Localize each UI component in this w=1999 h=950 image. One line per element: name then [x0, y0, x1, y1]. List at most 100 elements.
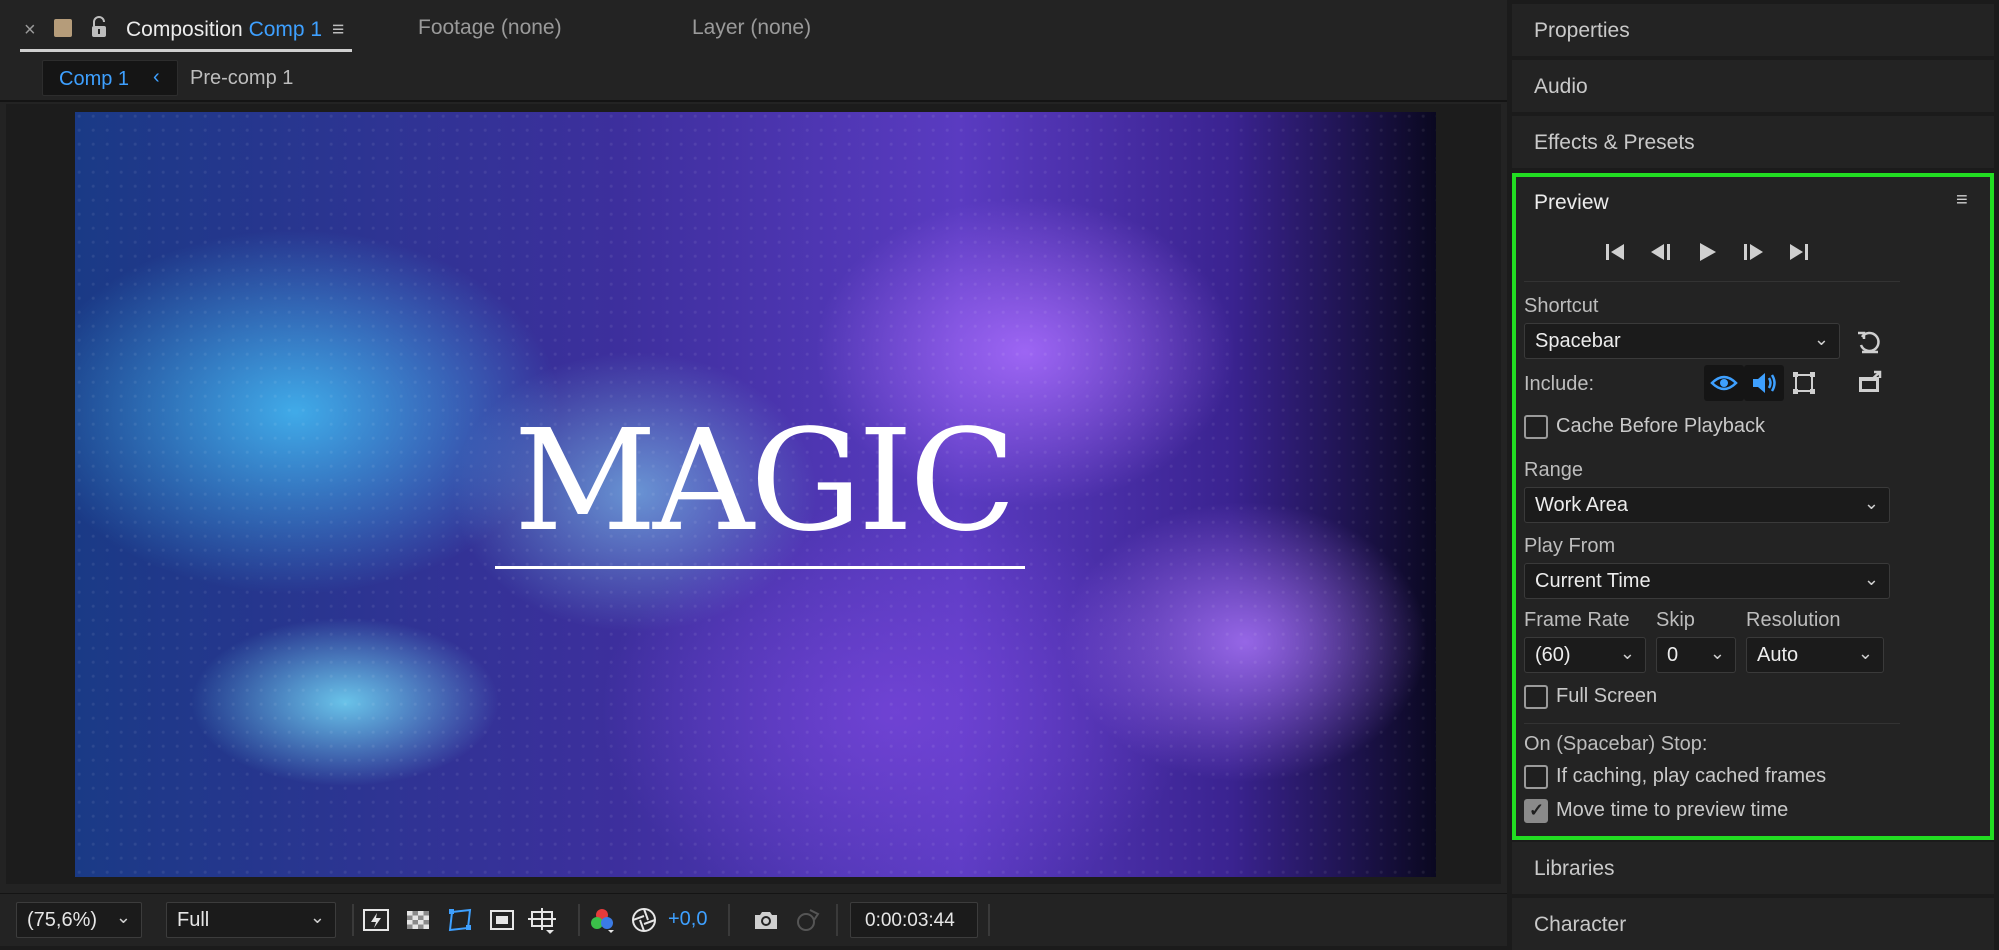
play-from-label: Play From	[1524, 535, 1616, 557]
chevron-down-icon: ⌄	[309, 907, 325, 927]
composition-color-swatch	[54, 19, 72, 37]
current-time-display[interactable]: 0:00:03:44	[850, 902, 978, 938]
tab-layer[interactable]: Layer (none)	[692, 16, 811, 40]
last-frame-icon[interactable]	[1786, 239, 1812, 265]
panel-tab-bar: × Composition Comp 1 ≡ Footage (none) La…	[0, 0, 1507, 58]
panel-menu-icon[interactable]: ≡	[332, 18, 344, 42]
audio-speaker-icon	[1753, 373, 1776, 393]
reset-icon[interactable]	[1856, 329, 1882, 355]
chevron-left-icon[interactable]: ‹	[153, 66, 160, 89]
composition-navigator: Comp 1 ‹ Pre-comp 1	[0, 58, 1507, 102]
fast-previews-icon[interactable]	[362, 906, 390, 934]
panel-properties[interactable]: Properties	[1512, 4, 1994, 56]
toolbar-divider	[578, 904, 580, 936]
panel-effects-presets[interactable]: Effects & Presets	[1512, 116, 1994, 168]
play-icon[interactable]	[1694, 239, 1720, 265]
close-icon[interactable]: ×	[24, 19, 36, 42]
show-snapshot-icon[interactable]	[794, 906, 822, 934]
shortcut-label: Shortcut	[1524, 295, 1599, 317]
include-label: Include:	[1524, 373, 1595, 395]
include-overlays-toggle[interactable]	[1784, 365, 1824, 401]
cache-before-playback-label: Cache Before Playback	[1556, 415, 1766, 437]
right-panel-stack: Properties Audio Effects & Presets Previ…	[1507, 0, 1999, 950]
tab-footage[interactable]: Footage (none)	[418, 16, 562, 40]
frame-rate-value: (60)	[1535, 644, 1571, 666]
resolution-dropdown[interactable]: Auto ⌄	[1746, 637, 1884, 673]
chevron-down-icon: ⌄	[1857, 643, 1873, 663]
composition-viewer[interactable]: MAGIC	[6, 104, 1501, 884]
shortcut-value: Spacebar	[1535, 330, 1621, 352]
checkmark-icon: ✓	[1529, 800, 1545, 820]
panel-properties-title: Properties	[1534, 19, 1630, 42]
breadcrumb-comp1[interactable]: Comp 1 ‹	[42, 60, 178, 96]
preview-panel-title: Preview	[1534, 191, 1609, 214]
panel-character-title: Character	[1534, 913, 1627, 936]
full-screen-checkbox[interactable]	[1524, 685, 1548, 709]
breadcrumb-comp1-label: Comp 1	[59, 68, 130, 90]
timecode-value: 0:00:03:44	[865, 910, 955, 931]
tab-composition-label: Composition	[126, 18, 243, 41]
region-of-interest-icon[interactable]	[488, 906, 516, 934]
on-stop-label: On (Spacebar) Stop:	[1524, 733, 1708, 755]
channel-icon[interactable]	[588, 906, 616, 934]
shortcut-dropdown[interactable]: Spacebar ⌄	[1524, 323, 1840, 359]
chevron-down-icon: ⌄	[1813, 329, 1829, 349]
first-frame-icon[interactable]	[1602, 239, 1628, 265]
transparency-grid-icon[interactable]	[404, 906, 432, 934]
tab-composition-name[interactable]: Comp 1	[249, 18, 323, 41]
viewer-toolbar: (75,6%) ⌄ Full ⌄ +0,0 0:00:03:44	[0, 893, 1507, 946]
exposure-value[interactable]: +0,0	[668, 908, 707, 931]
include-audio-toggle[interactable]	[1744, 365, 1784, 401]
snapshot-icon[interactable]	[752, 906, 780, 934]
toolbar-divider	[988, 904, 990, 936]
skip-dropdown[interactable]: 0 ⌄	[1656, 637, 1736, 673]
chevron-down-icon: ⌄	[115, 907, 131, 927]
panel-libraries-title: Libraries	[1534, 857, 1615, 880]
chevron-down-icon: ⌄	[1619, 643, 1635, 663]
range-label: Range	[1524, 459, 1583, 481]
cache-before-playback-checkbox[interactable]	[1524, 415, 1548, 439]
full-screen-label: Full Screen	[1556, 685, 1658, 707]
include-video-toggle[interactable]	[1704, 365, 1744, 401]
play-from-dropdown[interactable]: Current Time ⌄	[1524, 563, 1890, 599]
panel-audio[interactable]: Audio	[1512, 60, 1994, 112]
reset-exposure-icon[interactable]	[630, 906, 658, 934]
canvas-title-text: MAGIC	[513, 400, 1017, 563]
previous-frame-icon[interactable]	[1648, 239, 1674, 265]
chevron-down-icon: ⌄	[1709, 643, 1725, 663]
range-dropdown[interactable]: Work Area ⌄	[1524, 487, 1890, 523]
lock-icon[interactable]	[90, 16, 108, 38]
panel-character[interactable]: Character	[1512, 898, 1994, 950]
mask-path-visibility-icon[interactable]	[446, 906, 474, 934]
resolution-label: Resolution	[1746, 609, 1841, 631]
toolbar-divider	[728, 904, 730, 936]
range-value: Work Area	[1535, 494, 1628, 516]
resolution-dropdown[interactable]: Full ⌄	[166, 902, 336, 938]
move-time-label: Move time to preview time	[1556, 799, 1789, 821]
toolbar-divider	[836, 904, 838, 936]
breadcrumb-precomp1[interactable]: Pre-comp 1	[190, 67, 293, 90]
canvas-title-underline	[495, 566, 1025, 569]
tab-composition[interactable]: × Composition Comp 1 ≡	[20, 16, 352, 52]
divider	[1524, 281, 1900, 282]
panel-libraries[interactable]: Libraries	[1512, 842, 1994, 894]
skip-value: 0	[1667, 644, 1679, 666]
skip-label: Skip	[1656, 609, 1695, 631]
divider	[1524, 723, 1900, 724]
overlays-icon	[1793, 372, 1815, 394]
resolution-value: Full	[177, 909, 210, 931]
panel-menu-icon[interactable]: ≡	[1956, 189, 1968, 212]
if-caching-checkbox[interactable]	[1524, 765, 1548, 789]
chevron-down-icon: ⌄	[1863, 493, 1879, 513]
toolbar-divider	[352, 904, 354, 936]
frame-rate-dropdown[interactable]: (60) ⌄	[1524, 637, 1646, 673]
move-time-checkbox[interactable]: ✓	[1524, 799, 1548, 823]
magnification-dropdown[interactable]: (75,6%) ⌄	[16, 902, 142, 938]
video-eye-icon	[1710, 375, 1738, 391]
composition-canvas[interactable]: MAGIC	[75, 112, 1436, 877]
external-output-icon[interactable]	[1856, 369, 1884, 395]
next-frame-icon[interactable]	[1740, 239, 1766, 265]
if-caching-label: If caching, play cached frames	[1556, 765, 1827, 787]
magnification-value: (75,6%)	[27, 909, 98, 931]
grid-guides-icon[interactable]	[528, 906, 556, 934]
